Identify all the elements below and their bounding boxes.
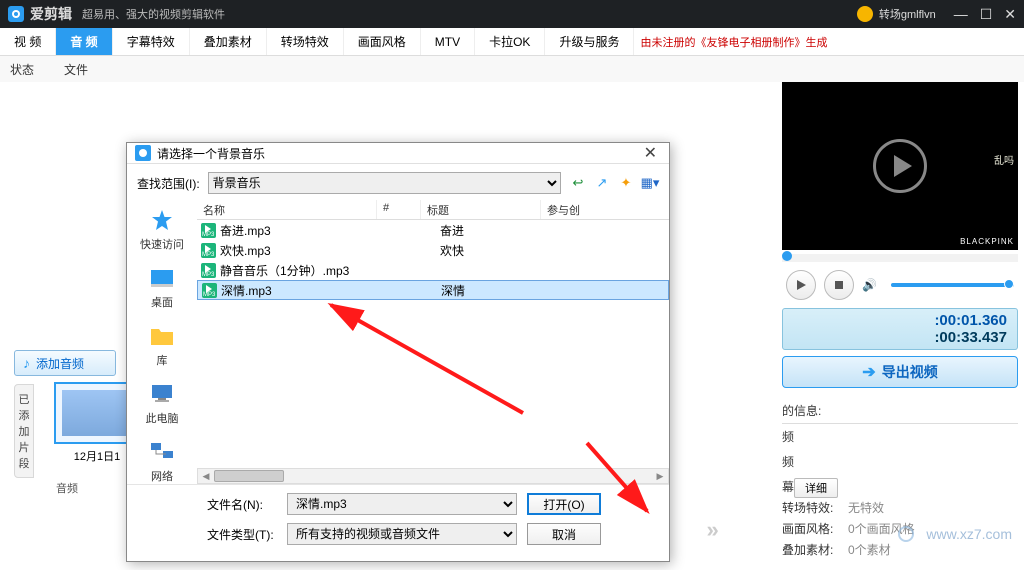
video-preview[interactable]: 乱吗 BLACKPINK bbox=[782, 82, 1018, 250]
file-open-dialog: 请选择一个背景音乐 ✕ 查找范围(I): 背景音乐 ↩ ↗ ✦ ▦▾ 快速访问 bbox=[126, 142, 670, 562]
play-button[interactable] bbox=[786, 270, 816, 300]
look-in-label: 查找范围(I): bbox=[137, 175, 200, 192]
preview-watermark: BLACKPINK bbox=[960, 237, 1014, 246]
music-note-icon: ♪ bbox=[23, 355, 30, 371]
tab-style[interactable]: 画面风格 bbox=[344, 28, 421, 55]
volume-slider[interactable] bbox=[891, 283, 1014, 287]
look-in-select[interactable]: 背景音乐 bbox=[208, 172, 561, 194]
info-header: 的信息: bbox=[782, 398, 1018, 424]
cancel-button[interactable]: 取消 bbox=[527, 523, 601, 545]
place-network[interactable]: 网络 bbox=[147, 438, 177, 484]
timeline-slider[interactable] bbox=[782, 254, 1018, 262]
desktop-icon bbox=[147, 264, 177, 292]
export-video-button[interactable]: ➔ 导出视频 bbox=[782, 356, 1018, 388]
mp3-icon bbox=[202, 283, 217, 298]
detail-button[interactable]: 详细 bbox=[794, 478, 838, 498]
place-library[interactable]: 库 bbox=[147, 322, 177, 368]
filetype-select[interactable]: 所有支持的视频或音频文件 bbox=[287, 523, 517, 545]
tab-audio[interactable]: 音 频 bbox=[56, 28, 112, 55]
tab-overlay[interactable]: 叠加素材 bbox=[190, 28, 267, 55]
place-desktop[interactable]: 桌面 bbox=[147, 264, 177, 310]
new-folder-icon[interactable]: ✦ bbox=[617, 174, 635, 192]
open-button[interactable]: 打开(O) bbox=[527, 493, 601, 515]
file-row[interactable]: 奋进.mp3奋进 bbox=[197, 220, 669, 240]
maximize-icon[interactable]: ☐ bbox=[980, 6, 993, 23]
app-subtitle: 超易用、强大的视频剪辑软件 bbox=[82, 6, 225, 22]
timecode-display: :00:01.360 :00:33.437 bbox=[782, 308, 1018, 350]
up-folder-icon[interactable]: ↗ bbox=[593, 174, 611, 192]
star-icon bbox=[147, 206, 177, 234]
user-area[interactable]: 转场gmlflvn bbox=[857, 6, 936, 22]
preview-text: 乱吗 bbox=[994, 152, 1014, 167]
dialog-title: 请选择一个背景音乐 bbox=[157, 145, 640, 162]
site-watermark: www.xz7.com bbox=[926, 526, 1012, 542]
app-logo-icon bbox=[8, 6, 24, 22]
avatar-icon bbox=[857, 6, 873, 22]
horizontal-scrollbar[interactable]: ◀▶ bbox=[197, 468, 669, 484]
tab-mtv[interactable]: MTV bbox=[421, 28, 475, 55]
file-list-header[interactable]: 名称 # 标题 参与创 bbox=[197, 200, 669, 220]
status-col-file: 文件 bbox=[64, 61, 88, 78]
volume-icon: 🔊 bbox=[862, 278, 877, 292]
audio-track-label: 音频 bbox=[56, 480, 78, 496]
mp3-icon bbox=[201, 243, 216, 258]
filetype-label: 文件类型(T): bbox=[207, 526, 277, 543]
folder-icon bbox=[147, 322, 177, 350]
main-tabs: 视 频 音 频 字幕特效 叠加素材 转场特效 画面风格 MTV 卡拉OK 升级与… bbox=[0, 28, 1024, 56]
file-row-selected[interactable]: 深情.mp3深情 bbox=[197, 280, 669, 300]
mp3-icon bbox=[201, 263, 216, 278]
mp3-icon bbox=[201, 223, 216, 238]
unregistered-note: 由未注册的《友锋电子相册制作》生成 bbox=[634, 28, 833, 55]
app-title: 爱剪辑 bbox=[30, 4, 72, 24]
tab-karaoke[interactable]: 卡拉OK bbox=[475, 28, 545, 55]
tab-transition[interactable]: 转场特效 bbox=[267, 28, 344, 55]
export-icon: ➔ bbox=[862, 362, 875, 382]
file-row[interactable]: 欢快.mp3欢快 bbox=[197, 240, 669, 260]
site-logo-icon bbox=[898, 526, 914, 542]
network-icon bbox=[147, 438, 177, 466]
file-row[interactable]: 静音音乐（1分钟）.mp3 bbox=[197, 260, 669, 280]
dialog-icon bbox=[135, 145, 151, 161]
close-icon[interactable]: ✕ bbox=[1004, 6, 1016, 23]
added-segments-label: 已添加片段 bbox=[14, 384, 34, 478]
filename-label: 文件名(N): bbox=[207, 496, 277, 513]
view-menu-icon[interactable]: ▦▾ bbox=[641, 174, 659, 192]
back-icon[interactable]: ↩ bbox=[569, 174, 587, 192]
tab-subtitle[interactable]: 字幕特效 bbox=[113, 28, 190, 55]
dialog-close-button[interactable]: ✕ bbox=[640, 143, 661, 163]
minimize-icon[interactable]: — bbox=[954, 6, 968, 23]
monitor-icon bbox=[147, 380, 177, 408]
place-this-pc[interactable]: 此电脑 bbox=[146, 380, 179, 426]
filename-input[interactable]: 深情.mp3 bbox=[287, 493, 517, 515]
status-col-state: 状态 bbox=[10, 61, 34, 78]
username: 转场gmlflvn bbox=[879, 6, 936, 22]
tab-video[interactable]: 视 频 bbox=[0, 28, 56, 55]
add-audio-button[interactable]: ♪ 添加音频 bbox=[14, 350, 116, 376]
place-quick-access[interactable]: 快速访问 bbox=[140, 206, 184, 252]
tab-update[interactable]: 升级与服务 bbox=[545, 28, 634, 55]
stop-button[interactable] bbox=[824, 270, 854, 300]
chevron-right-icon: » bbox=[706, 517, 712, 543]
preview-play-icon bbox=[873, 139, 927, 193]
